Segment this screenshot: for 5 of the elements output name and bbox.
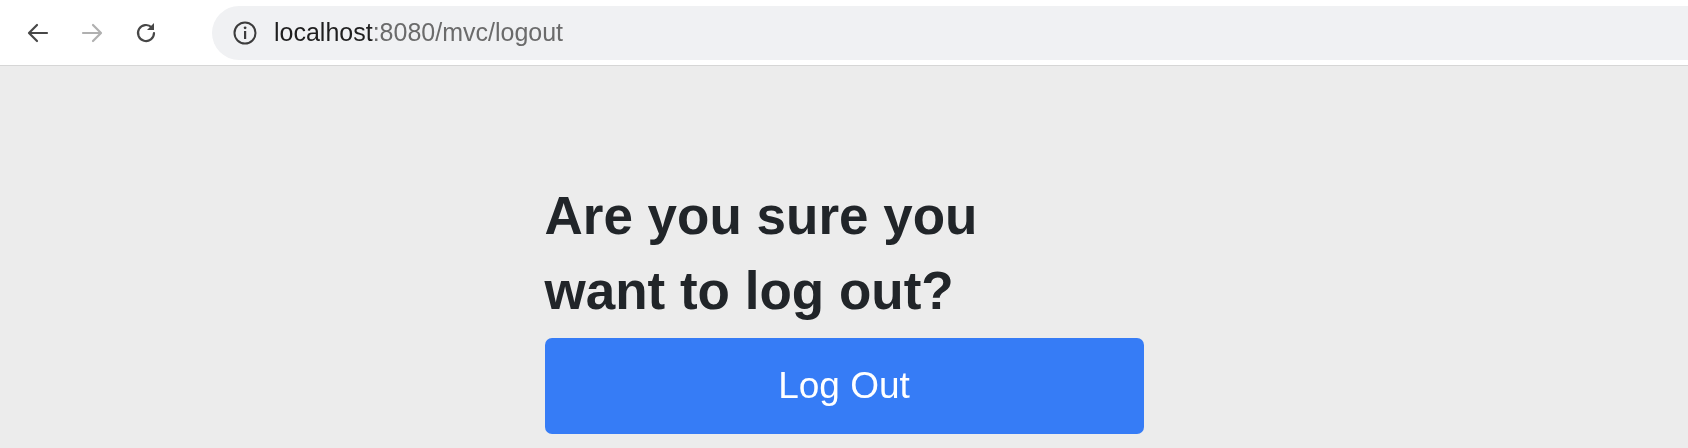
url-text: localhost:8080/mvc/logout <box>274 18 564 47</box>
logout-button[interactable]: Log Out <box>544 338 1144 434</box>
logout-heading: Are you sure you want to log out? <box>544 185 979 322</box>
address-bar[interactable]: localhost:8080/mvc/logout <box>212 5 1688 60</box>
info-icon[interactable] <box>232 19 258 46</box>
